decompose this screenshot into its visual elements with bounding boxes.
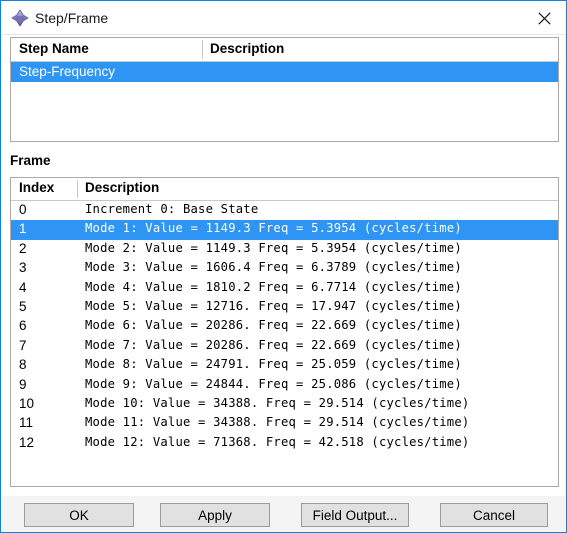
table-row[interactable]: 6 Mode 6: Value = 20286. Freq = 22.669 (… — [11, 317, 558, 336]
frame-description: Mode 2: Value = 1149.3 Freq = 5.3954 (cy… — [85, 240, 462, 255]
column-divider — [77, 180, 78, 198]
frame-description: Mode 5: Value = 12716. Freq = 17.947 (cy… — [85, 298, 462, 313]
frame-description: Mode 6: Value = 20286. Freq = 22.669 (cy… — [85, 318, 462, 333]
frame-index: 1 — [19, 221, 27, 237]
table-row[interactable]: 0 Increment 0: Base State — [11, 201, 558, 220]
frame-description: Mode 9: Value = 24844. Freq = 25.086 (cy… — [85, 376, 462, 391]
table-row[interactable]: 8 Mode 8: Value = 24791. Freq = 25.059 (… — [11, 356, 558, 375]
table-row[interactable]: 2 Mode 2: Value = 1149.3 Freq = 5.3954 (… — [11, 240, 558, 259]
apply-button[interactable]: Apply — [160, 503, 270, 527]
frame-index: 3 — [19, 260, 27, 276]
table-row[interactable]: 3 Mode 3: Value = 1606.4 Freq = 6.3789 (… — [11, 259, 558, 278]
step-list-header: Step Name Description — [11, 38, 558, 62]
frame-description: Mode 11: Value = 34388. Freq = 29.514 (c… — [85, 415, 470, 430]
table-row[interactable]: 12 Mode 12: Value = 71368. Freq = 42.518… — [11, 434, 558, 453]
frame-description: Mode 10: Value = 34388. Freq = 29.514 (c… — [85, 395, 470, 410]
frame-description: Mode 3: Value = 1606.4 Freq = 6.3789 (cy… — [85, 260, 462, 275]
title-bar: Step/Frame — [2, 2, 566, 35]
close-icon[interactable] — [522, 2, 566, 34]
frame-index: 4 — [19, 279, 27, 295]
frame-description: Mode 4: Value = 1810.2 Freq = 6.7714 (cy… — [85, 279, 462, 294]
frame-index: 7 — [19, 337, 27, 353]
column-header-step-name: Step Name — [19, 41, 89, 56]
frame-index: 10 — [19, 395, 35, 411]
frame-list-header: Index Description — [11, 178, 558, 201]
table-row[interactable]: 7 Mode 7: Value = 20286. Freq = 22.669 (… — [11, 337, 558, 356]
frame-index: 9 — [19, 376, 27, 392]
frame-index: 5 — [19, 298, 27, 314]
frame-index: 2 — [19, 240, 27, 256]
table-row[interactable]: 1 Mode 1: Value = 1149.3 Freq = 5.3954 (… — [11, 220, 558, 240]
abaqus-diamond-icon — [11, 9, 29, 27]
frame-row-container: 0 Increment 0: Base State 1 Mode 1: Valu… — [11, 201, 558, 453]
frame-description: Mode 1: Value = 1149.3 Freq = 5.3954 (cy… — [85, 221, 462, 236]
column-header-frame-description: Description — [85, 180, 160, 195]
column-divider — [202, 40, 203, 59]
frame-description: Mode 7: Value = 20286. Freq = 22.669 (cy… — [85, 337, 462, 352]
table-row[interactable]: 11 Mode 11: Value = 34388. Freq = 29.514… — [11, 414, 558, 433]
table-row[interactable]: 5 Mode 5: Value = 12716. Freq = 17.947 (… — [11, 298, 558, 317]
frame-index: 6 — [19, 318, 27, 334]
step-name-value: Step-Frequency — [19, 64, 116, 79]
frame-index: 0 — [19, 202, 27, 217]
column-header-index: Index — [19, 180, 55, 195]
step-list[interactable]: Step Name Description Step-Frequency — [10, 37, 559, 142]
cancel-button[interactable]: Cancel — [440, 503, 548, 527]
frame-section-label: Frame — [10, 153, 51, 168]
frame-index: 11 — [19, 415, 34, 431]
frame-index: 12 — [19, 434, 35, 450]
dialog-button-bar: OK Apply Field Output... Cancel — [2, 495, 566, 532]
frame-index: 8 — [19, 357, 27, 373]
field-output-button[interactable]: Field Output... — [301, 503, 409, 527]
step-list-item[interactable]: Step-Frequency — [11, 62, 558, 82]
frame-description: Mode 8: Value = 24791. Freq = 25.059 (cy… — [85, 357, 462, 372]
frame-description: Mode 12: Value = 71368. Freq = 42.518 (c… — [85, 434, 470, 449]
frame-list[interactable]: Index Description 0 Increment 0: Base St… — [10, 177, 559, 487]
table-row[interactable]: 9 Mode 9: Value = 24844. Freq = 25.086 (… — [11, 376, 558, 395]
step-frame-dialog: Step/Frame Step Name Description Step-Fr… — [0, 0, 567, 533]
ok-button[interactable]: OK — [24, 503, 134, 527]
table-row[interactable]: 10 Mode 10: Value = 34388. Freq = 29.514… — [11, 395, 558, 414]
table-row[interactable]: 4 Mode 4: Value = 1810.2 Freq = 6.7714 (… — [11, 279, 558, 298]
column-header-step-description: Description — [210, 41, 285, 56]
frame-description: Increment 0: Base State — [85, 202, 259, 216]
window-title: Step/Frame — [35, 10, 109, 26]
